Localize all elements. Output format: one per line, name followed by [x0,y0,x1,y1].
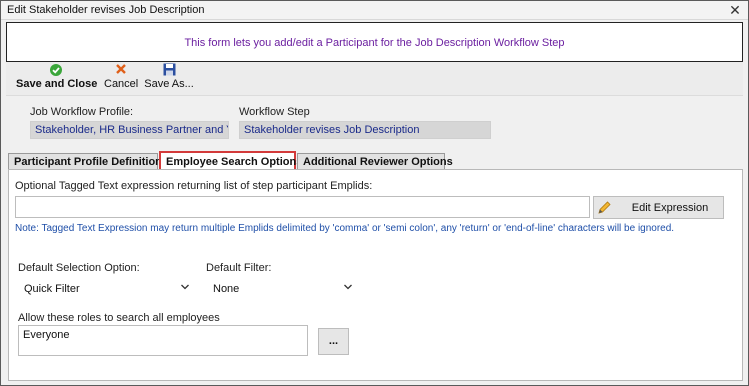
save-as-button[interactable]: Save As... [144,62,194,96]
chevron-down-icon [343,282,353,295]
workflow-step-value: Stakeholder revises Job Description [239,121,491,139]
close-icon[interactable]: ✕ [728,3,742,17]
workflow-profile-value: Stakeholder, HR Business Partner and You [30,121,229,139]
default-filter-label: Default Filter: [206,262,272,274]
default-filter-value: None [213,283,240,295]
edit-expression-label: Edit Expression [631,202,709,214]
expression-label: Optional Tagged Text expression returnin… [15,180,373,192]
roles-input[interactable]: Everyone [18,325,308,356]
save-and-close-button[interactable]: Save and Close [16,62,98,96]
default-selection-dropdown[interactable]: Quick Filter [18,280,194,298]
x-icon [104,63,138,78]
cancel-button[interactable]: Cancel [104,62,138,96]
edit-participant-dialog: Edit Stakeholder revises Job Description… [0,0,749,386]
default-filter-dropdown[interactable]: None [207,280,357,298]
employee-search-options-panel: Optional Tagged Text expression returnin… [8,169,743,381]
cancel-label: Cancel [104,78,139,90]
chevron-down-icon [180,282,190,295]
tab-employee-search-options[interactable]: Employee Search Options [159,151,302,170]
default-selection-label: Default Selection Option: [18,262,140,274]
workflow-step-label: Workflow Step [239,106,310,118]
window-title: Edit Stakeholder revises Job Description [7,4,205,16]
edit-expression-button[interactable]: Edit Expression [593,196,724,219]
floppy-disk-icon [144,63,194,78]
toolbar: Save and Close Cancel Save As... [6,62,743,96]
select-roles-button[interactable]: ... [318,328,349,355]
pencil-icon [597,200,612,218]
checkmark-icon [16,63,96,78]
info-banner: This form lets you add/edit a Participan… [6,22,743,62]
default-selection-value: Quick Filter [24,283,80,295]
expression-note: Note: Tagged Text Expression may return … [15,223,675,234]
roles-label: Allow these roles to search all employee… [18,312,220,324]
banner-text: This form lets you add/edit a Participan… [184,37,565,49]
tab-additional-reviewer-options[interactable]: Additional Reviewer Options [297,153,453,170]
save-and-close-label: Save and Close [16,78,98,90]
title-bar: Edit Stakeholder revises Job Description… [1,1,748,20]
tagged-text-expression-input[interactable] [15,196,590,218]
save-as-label: Save As... [144,78,194,90]
workflow-profile-label: Job Workflow Profile: [30,106,134,118]
tab-participant-profile-definition[interactable]: Participant Profile Definition [8,153,162,170]
